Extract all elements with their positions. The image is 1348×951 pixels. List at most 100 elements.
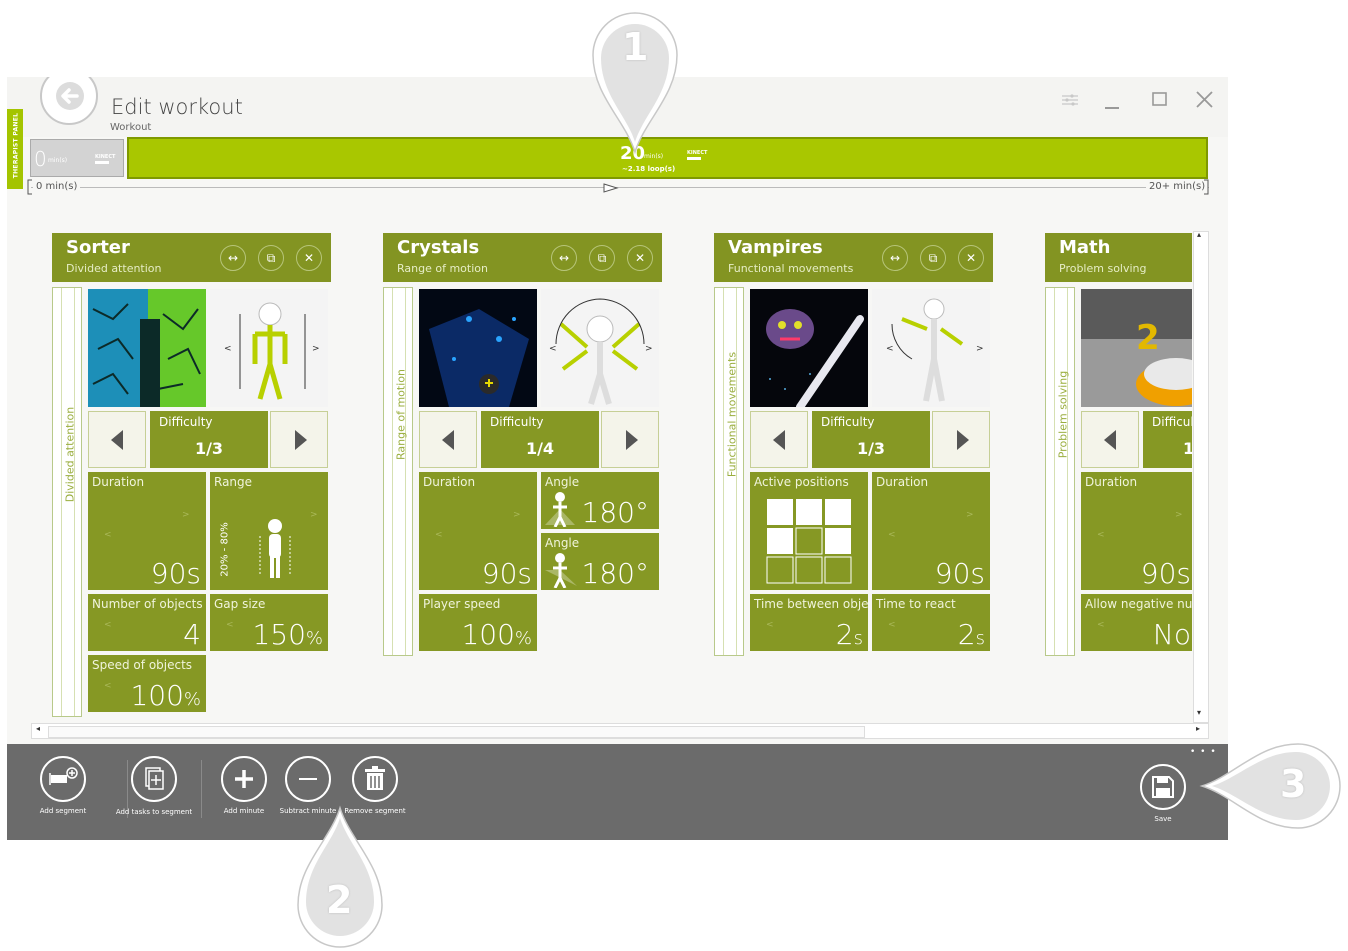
- scroll-down-icon[interactable]: ▾: [1197, 708, 1201, 717]
- page-subtitle: Workout: [110, 122, 152, 133]
- add-tasks-button[interactable]: [131, 756, 177, 802]
- chevron-left-icon[interactable]: <: [1097, 620, 1105, 630]
- card-math-viewport: Math Problem solving Problem solving 2 D…: [1045, 233, 1192, 733]
- chevron-left-icon[interactable]: <: [888, 620, 896, 630]
- add-segment-button[interactable]: [40, 756, 86, 802]
- svg-text:<: <: [886, 344, 894, 354]
- positions-grid[interactable]: [766, 498, 852, 584]
- difficulty-prev-button[interactable]: [750, 411, 808, 468]
- therapist-panel-tab[interactable]: THERAPIST PANEL: [7, 109, 23, 189]
- difficulty-prev-button[interactable]: [419, 411, 477, 468]
- motion-diagram-image: < >: [872, 289, 990, 407]
- person-angle-icon: [545, 492, 575, 527]
- motion-diagram-image: < >: [210, 289, 328, 407]
- maximize-icon[interactable]: [1147, 87, 1173, 113]
- swap-icon[interactable]: ↔: [551, 245, 577, 271]
- callout-pin-1: [592, 12, 678, 155]
- swap-icon[interactable]: ↔: [220, 245, 246, 271]
- scroll-thumb[interactable]: [48, 726, 865, 738]
- player-speed-tile[interactable]: Player speed 100%: [419, 594, 537, 651]
- difficulty-next-button[interactable]: [270, 411, 328, 468]
- person-range-icon: [259, 519, 291, 578]
- active-positions-tile[interactable]: Active positions: [750, 472, 868, 590]
- difficulty-selector: Difficulty 1: [1081, 411, 1192, 468]
- minus-icon: [299, 778, 317, 780]
- gap-size-tile[interactable]: Gap size < 150%: [210, 594, 328, 651]
- duration-tile[interactable]: Duration < > 90s: [419, 472, 537, 590]
- chevron-left-icon[interactable]: <: [104, 681, 112, 691]
- chevron-left-icon[interactable]: <: [226, 620, 234, 630]
- card-title: Math: [1059, 237, 1111, 258]
- difficulty-value: 1/3: [856, 439, 886, 458]
- horizontal-scrollbar[interactable]: ◂ ▸: [31, 723, 1209, 739]
- difficulty-next-button[interactable]: [932, 411, 990, 468]
- close-icon[interactable]: ✕: [627, 245, 653, 271]
- number-of-objects-tile[interactable]: Number of objects < 4: [88, 594, 206, 651]
- back-button[interactable]: [40, 77, 98, 125]
- difficulty-next-button[interactable]: [601, 411, 659, 468]
- minimize-icon[interactable]: [1100, 87, 1126, 113]
- scroll-right-icon[interactable]: ▸: [1196, 724, 1200, 733]
- timeline-axis: [31, 187, 1209, 188]
- callout-pin-2: [297, 805, 383, 948]
- play-head-icon[interactable]: [603, 183, 619, 193]
- card-subtitle: Divided attention: [66, 262, 162, 275]
- game-screenshot-image: [750, 289, 868, 411]
- kinect-badge: KINECT: [95, 154, 115, 164]
- add-segment-icon: [49, 767, 78, 785]
- card-header: Crystals Range of motion ↔ ⧉ ✕: [383, 233, 662, 282]
- save-button[interactable]: [1140, 764, 1186, 810]
- chevron-right-icon[interactable]: >: [1175, 510, 1183, 520]
- chevron-left-icon[interactable]: <: [104, 620, 112, 630]
- timeline-end-bracket: [1204, 179, 1209, 195]
- copy-icon[interactable]: ⧉: [589, 245, 615, 271]
- chevron-left-icon[interactable]: <: [766, 620, 774, 630]
- timeline-segment-empty[interactable]: 0 min(s) KINECT: [30, 139, 124, 177]
- chevron-right-icon[interactable]: >: [966, 510, 974, 520]
- chevron-left-icon[interactable]: <: [888, 530, 896, 540]
- scroll-left-icon[interactable]: ◂: [36, 724, 40, 733]
- duration-tile[interactable]: Duration < > 90s: [1081, 472, 1192, 590]
- svg-text:<: <: [549, 344, 557, 354]
- remove-segment-button[interactable]: [352, 756, 398, 802]
- speed-of-objects-tile[interactable]: Speed of objects < 100%: [88, 655, 206, 712]
- duration-tile[interactable]: Duration < > 90s: [872, 472, 990, 590]
- difficulty-prev-button[interactable]: [88, 411, 146, 468]
- chevron-right-icon[interactable]: >: [513, 510, 521, 520]
- chevron-left-icon[interactable]: <: [104, 530, 112, 540]
- time-to-react-tile[interactable]: Time to react < 2s: [872, 594, 990, 651]
- difficulty-selector: Difficulty 1/3: [750, 411, 990, 468]
- close-icon[interactable]: ✕: [958, 245, 984, 271]
- duration-tile[interactable]: Duration < > 90s: [88, 472, 206, 590]
- app-window: Edit workout Workout THERAPIST PANEL 0 m…: [7, 77, 1228, 840]
- time-between-objects-tile[interactable]: Time between objects < 2s: [750, 594, 868, 651]
- add-tasks-icon: [145, 767, 164, 790]
- timeline-start-label: 0 min(s): [33, 181, 81, 192]
- copy-icon[interactable]: ⧉: [258, 245, 284, 271]
- settings-sliders-icon[interactable]: [1057, 87, 1083, 113]
- arrow-left-icon: [56, 82, 84, 110]
- page-title: Edit workout: [111, 95, 243, 119]
- close-icon[interactable]: ✕: [296, 245, 322, 271]
- allow-negative-numbers-tile[interactable]: Allow negative numbers < No: [1081, 594, 1192, 651]
- close-icon[interactable]: [1192, 87, 1218, 113]
- angle-tile[interactable]: Angle 180°: [541, 472, 659, 529]
- chevron-left-icon[interactable]: <: [435, 530, 443, 540]
- angle-tile[interactable]: Angle 180°: [541, 533, 659, 590]
- svg-text:>: >: [976, 344, 984, 354]
- chevron-right-icon[interactable]: >: [310, 510, 318, 520]
- card-header: Vampires Functional movements ↔ ⧉ ✕: [714, 233, 993, 282]
- vertical-scrollbar[interactable]: ▴ ▾: [1193, 230, 1209, 723]
- add-minute-button[interactable]: [221, 756, 267, 802]
- chevron-right-icon[interactable]: >: [182, 510, 190, 520]
- chevron-left-icon[interactable]: <: [1097, 530, 1105, 540]
- swap-icon[interactable]: ↔: [882, 245, 908, 271]
- subtract-minute-button[interactable]: [285, 756, 331, 802]
- copy-icon[interactable]: ⧉: [920, 245, 946, 271]
- scroll-up-icon[interactable]: ▴: [1197, 230, 1201, 239]
- range-tile[interactable]: Range 20% - 80% >: [210, 472, 328, 590]
- game-screenshot-image: 2: [1081, 289, 1192, 407]
- difficulty-prev-button[interactable]: [1081, 411, 1139, 468]
- card-title: Sorter: [66, 237, 130, 258]
- difficulty-value: 1: [1183, 439, 1192, 458]
